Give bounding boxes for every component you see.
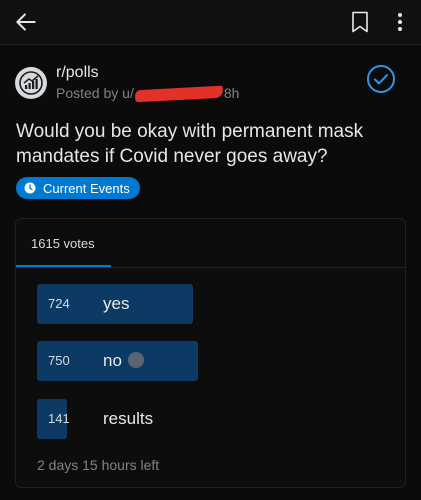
trending-chart-icon[interactable] [15, 67, 47, 99]
vote-count: 724 [48, 296, 70, 311]
vote-count: 141 [48, 411, 70, 426]
bookmark-icon[interactable] [346, 6, 374, 38]
top-divider [0, 44, 421, 45]
check-badge-icon [127, 352, 144, 368]
time-remaining: 2 days 15 hours left [37, 457, 160, 473]
clock-icon [24, 182, 36, 194]
top-app-bar [0, 0, 421, 44]
post-meta: Posted by u/8h [56, 85, 240, 103]
option-label: no [103, 351, 122, 370]
redacted-username [134, 85, 224, 103]
posted-by-label[interactable]: Posted by u/ [56, 85, 134, 101]
post-age: 8h [223, 85, 240, 101]
option-label-wrap: no [103, 351, 144, 371]
flair-badge[interactable]: Current Events [16, 177, 140, 199]
option-label: yes [103, 294, 130, 313]
vote-count: 750 [48, 353, 70, 368]
poll-divider [16, 267, 405, 268]
subreddit-name[interactable]: r/polls [56, 64, 99, 82]
more-vertical-icon[interactable] [388, 6, 412, 38]
post-title[interactable]: Would you be okay with permanent mask ma… [16, 119, 411, 169]
total-votes: 1615 votes [31, 236, 95, 251]
check-circle-icon[interactable] [366, 64, 396, 94]
poll-card: 1615 votes 724 yes 750 no 141 results 2 … [15, 218, 406, 488]
option-label: results [103, 409, 154, 428]
back-arrow-icon[interactable] [10, 6, 42, 38]
flair-label: Current Events [43, 180, 130, 196]
